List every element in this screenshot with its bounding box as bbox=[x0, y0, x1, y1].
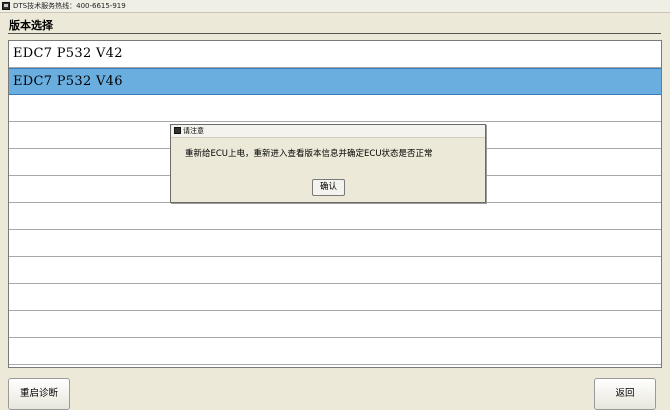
dialog-message: 重新给ECU上电，重新进入查看版本信息并确定ECU状态是否正常 bbox=[185, 149, 433, 159]
version-list-row[interactable] bbox=[9, 311, 661, 338]
version-list-row[interactable]: EDC7 P532 V42 bbox=[9, 41, 661, 68]
confirm-button[interactable]: 确认 bbox=[312, 179, 345, 196]
version-list-row[interactable] bbox=[9, 257, 661, 284]
version-row-label: EDC7 P532 V46 bbox=[13, 74, 123, 89]
window-title: DTS技术服务热线：400-6615-919 bbox=[13, 2, 126, 10]
restart-diagnosis-button[interactable]: 重启诊断 bbox=[8, 378, 70, 410]
notice-dialog: 请注意 重新给ECU上电，重新进入查看版本信息并确定ECU状态是否正常 确认 bbox=[170, 124, 486, 203]
dialog-app-icon bbox=[174, 127, 181, 134]
version-row-label: EDC7 P532 V42 bbox=[13, 46, 123, 61]
section-title: 版本选择 bbox=[9, 19, 53, 32]
app-window: DTS技术服务热线：400-6615-919 版本选择 EDC7 P532 V4… bbox=[0, 0, 670, 410]
version-list-row[interactable] bbox=[9, 284, 661, 311]
version-list-row[interactable] bbox=[9, 230, 661, 257]
section-divider bbox=[8, 33, 661, 34]
dialog-title: 请注意 bbox=[183, 127, 204, 135]
app-icon bbox=[2, 2, 10, 10]
version-list-row[interactable]: EDC7 P532 V46 bbox=[9, 68, 661, 95]
window-titlebar[interactable]: DTS技术服务热线：400-6615-919 bbox=[0, 0, 670, 13]
version-list-row[interactable] bbox=[9, 95, 661, 122]
version-list-row[interactable] bbox=[9, 338, 661, 365]
back-button[interactable]: 返回 bbox=[594, 378, 656, 410]
version-list[interactable]: EDC7 P532 V42 EDC7 P532 V46 bbox=[8, 40, 662, 368]
version-list-row[interactable] bbox=[9, 203, 661, 230]
dialog-titlebar[interactable]: 请注意 bbox=[171, 125, 485, 138]
